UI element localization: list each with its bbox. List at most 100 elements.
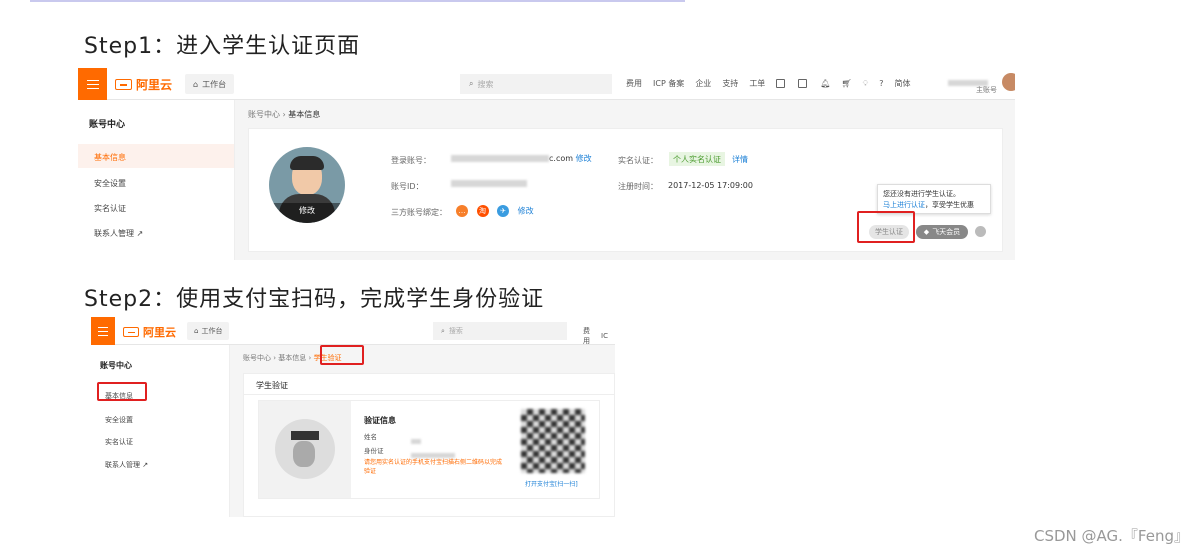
- id-label: 账号ID：: [391, 182, 424, 191]
- third-party-label: 三方账号绑定：: [391, 208, 447, 217]
- sidebar-item-security-2[interactable]: 安全设置: [105, 415, 133, 425]
- breadcrumb-basic-info-2[interactable]: 基本信息: [278, 354, 306, 362]
- profile-avatar[interactable]: 修改: [269, 147, 345, 223]
- fly-member-button[interactable]: ◆ 飞天会员: [916, 225, 968, 239]
- cart-icon[interactable]: 🛒︎: [841, 79, 851, 88]
- top-nav-links: 费用 ICP 备案 企业 支持 工单 🔔︎ 🛒︎ 💡︎ ? 简体: [626, 78, 921, 89]
- workbench-button-2[interactable]: ⌂ 工作台: [187, 322, 230, 340]
- language-switch[interactable]: 简体: [894, 78, 910, 89]
- external-link-icon-2: ↗: [142, 461, 149, 469]
- grad-face-shape: [293, 441, 315, 467]
- third-party-icons: … 淘 ✈ 修改: [456, 205, 534, 217]
- name-label: 姓名: [364, 433, 377, 441]
- sidebar-item-contacts-label-2: 联系人管理: [105, 461, 140, 469]
- nav-enterprise[interactable]: 企业: [695, 78, 711, 89]
- search-input-2[interactable]: ⌕ 搜索: [433, 322, 567, 340]
- search-icon-2: ⌕: [441, 326, 445, 335]
- home-icon-2: ⌂: [194, 327, 199, 335]
- nav-fees-2[interactable]: 费用: [583, 326, 590, 346]
- fly-member-label: 飞天会员: [932, 228, 961, 236]
- top-nav-bar: 阿里云 ⌂ 工作台 ⌕ 搜索 费用 ICP 备案 企业 支持 工单 🔔︎ 🛒︎ 💡︎…: [78, 68, 1015, 100]
- user-avatar[interactable]: [1002, 73, 1015, 91]
- highlight-basic-info: [97, 382, 147, 401]
- realname-badge: 个人实名认证: [669, 152, 725, 166]
- realname-detail-link[interactable]: 详情: [732, 154, 748, 165]
- watermark: CSDN @AG.『Feng』: [1034, 527, 1189, 545]
- message-icon[interactable]: [798, 79, 808, 88]
- breadcrumb-basic-info: 基本信息: [288, 110, 321, 119]
- student-tip-popover: 您还没有进行学生认证。 马上进行认证，享受学生优惠: [877, 184, 991, 214]
- hamburger-menu-icon[interactable]: [78, 68, 107, 100]
- badge-icon: [975, 226, 986, 237]
- external-link-icon: ↗: [136, 229, 144, 238]
- verify-illustration-bg: [259, 401, 351, 498]
- screenshot-account-info: 阿里云 ⌂ 工作台 ⌕ 搜索 费用 ICP 备案 企业 支持 工单 🔔︎ 🛒︎ 💡︎…: [78, 68, 1015, 260]
- verify-warning: 请您用实名认证的手机支付宝扫描右侧二维码以完成验证: [364, 459, 503, 475]
- step1-title: Step1：进入学生认证页面: [84, 34, 361, 59]
- taobao-icon[interactable]: 淘: [476, 205, 489, 217]
- bulb-icon[interactable]: 💡︎: [863, 79, 869, 89]
- login-label: 登录账号：: [391, 156, 431, 165]
- sidebar-item-realname[interactable]: 实名认证: [94, 203, 126, 214]
- login-suffix: c.com: [549, 154, 574, 163]
- verify-panel: 验证信息 姓名 身份证 请您用实名认证的手机支付宝扫描右侧二维码以完成验证 打开…: [258, 400, 600, 499]
- breadcrumb-account[interactable]: 账号中心: [248, 110, 280, 119]
- nav-icp[interactable]: ICP 备案: [653, 78, 684, 89]
- third-party-edit-link[interactable]: 修改: [518, 207, 534, 216]
- sidebar-title-2: 账号中心: [100, 361, 132, 370]
- search-icon: ⌕: [469, 79, 474, 88]
- diamond-icon: ◆: [923, 228, 930, 236]
- highlight-student-verify: [320, 345, 364, 365]
- sidebar-item-contacts[interactable]: 联系人管理 ↗: [94, 228, 143, 239]
- step2-title: Step2：使用支付宝扫码，完成学生身份验证: [84, 287, 545, 312]
- search-placeholder: 搜索: [477, 79, 494, 89]
- aliyun-logo[interactable]: 阿里云: [115, 76, 172, 93]
- sidebar-item-security[interactable]: 安全设置: [94, 178, 126, 189]
- nav-fees[interactable]: 费用: [626, 78, 642, 89]
- tip-line2: ，享受学生优惠: [925, 201, 974, 209]
- sidebar-title: 账号中心: [89, 120, 126, 130]
- nav-icp-2[interactable]: IC: [601, 332, 608, 340]
- workbench-button[interactable]: ⌂ 工作台: [185, 74, 235, 94]
- search-placeholder-2: 搜索: [448, 327, 463, 335]
- id-card-label: 身份证: [364, 447, 384, 455]
- aliyun-logo-icon: [115, 79, 132, 90]
- alipay-qr-code: [521, 409, 585, 473]
- brand-name-2: 阿里云: [143, 326, 176, 339]
- alipay-scan-link[interactable]: 打开支付宝[扫一扫]: [525, 479, 578, 488]
- aliyun-logo-2[interactable]: 阿里云: [123, 324, 176, 340]
- terminal-icon[interactable]: [776, 79, 786, 88]
- dingtalk-icon[interactable]: ✈: [497, 205, 510, 217]
- help-icon[interactable]: ?: [879, 79, 883, 88]
- login-value: c.com 修改: [451, 153, 592, 164]
- login-blur: [451, 155, 549, 162]
- top-nav-bar-2: 阿里云 ⌂ 工作台 ⌕ 搜索 费用 IC: [91, 317, 615, 345]
- nav-support[interactable]: 支持: [722, 78, 738, 89]
- account-name-blur: [948, 72, 996, 86]
- graduate-avatar-icon: [275, 419, 335, 479]
- register-time-label: 注册时间：: [618, 182, 658, 191]
- tip-line1: 您还没有进行学生认证。: [883, 190, 960, 198]
- top-nav-links-2: 费用 IC: [583, 326, 615, 346]
- top-divider: [30, 0, 685, 2]
- sidebar-2: 账号中心 基本信息 安全设置 实名认证 联系人管理 ↗: [91, 345, 230, 517]
- home-icon: ⌂: [193, 79, 199, 89]
- alipay-icon[interactable]: …: [456, 205, 468, 217]
- avatar-edit-button[interactable]: 修改: [269, 203, 345, 223]
- tip-certify-link[interactable]: 马上进行认证: [883, 201, 925, 209]
- breadcrumb-account-2[interactable]: 账号中心: [243, 354, 271, 362]
- sidebar-item-contacts-label: 联系人管理: [94, 229, 134, 238]
- sidebar-item-realname-2[interactable]: 实名认证: [105, 437, 133, 447]
- search-input[interactable]: ⌕ 搜索: [460, 74, 612, 94]
- login-edit-link[interactable]: 修改: [576, 154, 592, 163]
- hamburger-menu-icon-2[interactable]: [91, 317, 115, 345]
- sidebar-item-basic-info[interactable]: 基本信息: [78, 144, 234, 168]
- verify-info-title: 验证信息: [364, 416, 396, 425]
- id-value: [451, 179, 527, 188]
- realname-label: 实名认证：: [618, 156, 658, 165]
- nav-ticket[interactable]: 工单: [749, 78, 765, 89]
- sidebar-item-contacts-2[interactable]: 联系人管理 ↗: [105, 460, 148, 470]
- bell-icon[interactable]: 🔔︎: [820, 79, 830, 88]
- grad-cap-shape: [291, 431, 319, 440]
- screenshot-student-verify: 阿里云 ⌂ 工作台 ⌕ 搜索 费用 IC 账号中心 基本信息 安全设置 实名认证 联系…: [91, 317, 615, 517]
